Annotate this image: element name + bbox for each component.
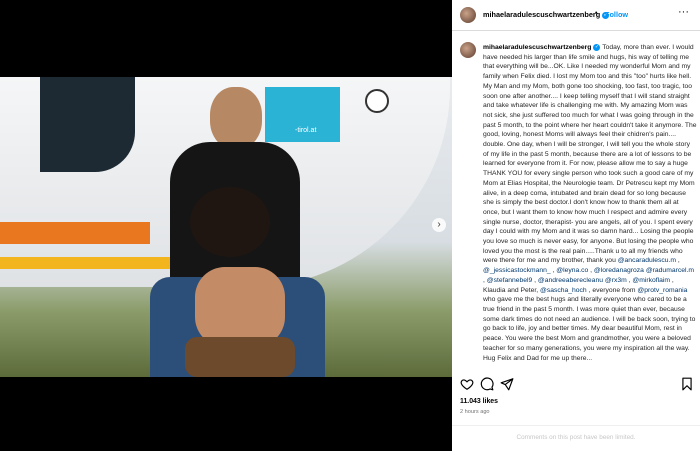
share-icon[interactable] (500, 377, 514, 391)
mention-link[interactable]: @_jessicastockmann_ (483, 267, 551, 274)
helicopter-orange-stripe (0, 222, 150, 244)
separator-dot: • (595, 10, 598, 17)
mention-link[interactable]: @sascha_hoch (540, 287, 587, 294)
save-icon[interactable] (680, 377, 694, 391)
post-media: -tirol.at › (0, 0, 452, 451)
post-side-panel: mihaelaradulescuschwartzenberg ✓ • Follow… (452, 0, 700, 451)
caption-segment: , everyone from (586, 286, 638, 294)
woman-hair (190, 187, 270, 257)
mention-link[interactable]: @rx3m (605, 277, 627, 284)
man-head (210, 87, 262, 149)
comment-icon[interactable] (480, 377, 494, 391)
mention-link[interactable]: @andreeaberecleanu (538, 277, 603, 284)
avatar[interactable] (460, 7, 476, 23)
caption-author[interactable]: mihaelaradulescuschwartzenberg (483, 44, 591, 51)
mention-link[interactable]: @loredanagroza (594, 267, 644, 274)
woman-legs (195, 267, 285, 347)
caption-segment: Today, more than ever. I would have need… (483, 44, 697, 265)
verified-icon: ✓ (593, 43, 601, 51)
mention-link[interactable]: @ancaradulescu.m (618, 257, 676, 264)
caption-text: mihaelaradulescuschwartzenberg ✓ Today, m… (483, 43, 697, 363)
caption-segment: who gave me the best hugs and literally … (483, 296, 696, 362)
woman-figure (180, 187, 300, 377)
caption-body: Today, more than ever. I would have need… (483, 44, 697, 362)
caption-segment: , (675, 257, 680, 265)
post-timestamp[interactable]: 2 hours ago (460, 409, 490, 415)
more-options-icon[interactable]: ··· (678, 6, 689, 18)
post-header: mihaelaradulescuschwartzenberg ✓ • Follow… (452, 0, 700, 31)
helicopter-emblem (365, 89, 389, 113)
woman-boots (185, 337, 295, 377)
mention-link[interactable]: @protv_romania (637, 287, 687, 294)
action-bar (452, 372, 700, 396)
caption-avatar[interactable] (460, 42, 476, 58)
username-link[interactable]: mihaelaradulescuschwartzenberg ✓ (483, 10, 610, 19)
mention-link[interactable]: @radumarcel.m (646, 267, 694, 274)
likes-count[interactable]: 11.043 likes (460, 398, 498, 405)
next-arrow-icon[interactable]: › (432, 218, 446, 232)
post-photo: -tirol.at (0, 77, 452, 377)
mention-link[interactable]: @leyna.co (556, 267, 588, 274)
caption-section: mihaelaradulescuschwartzenberg ✓ Today, m… (452, 31, 700, 367)
comments-limited-notice: Comments on this post have been limited. (516, 434, 636, 441)
divider (452, 425, 700, 426)
mention-link[interactable]: @mirkoflaim (632, 277, 670, 284)
helicopter-window (40, 77, 135, 172)
helicopter-yellow-stripe (0, 257, 170, 269)
mention-link[interactable]: @stefannebel9 (487, 277, 533, 284)
follow-button[interactable]: Follow (605, 10, 628, 19)
heart-icon[interactable] (460, 377, 474, 391)
